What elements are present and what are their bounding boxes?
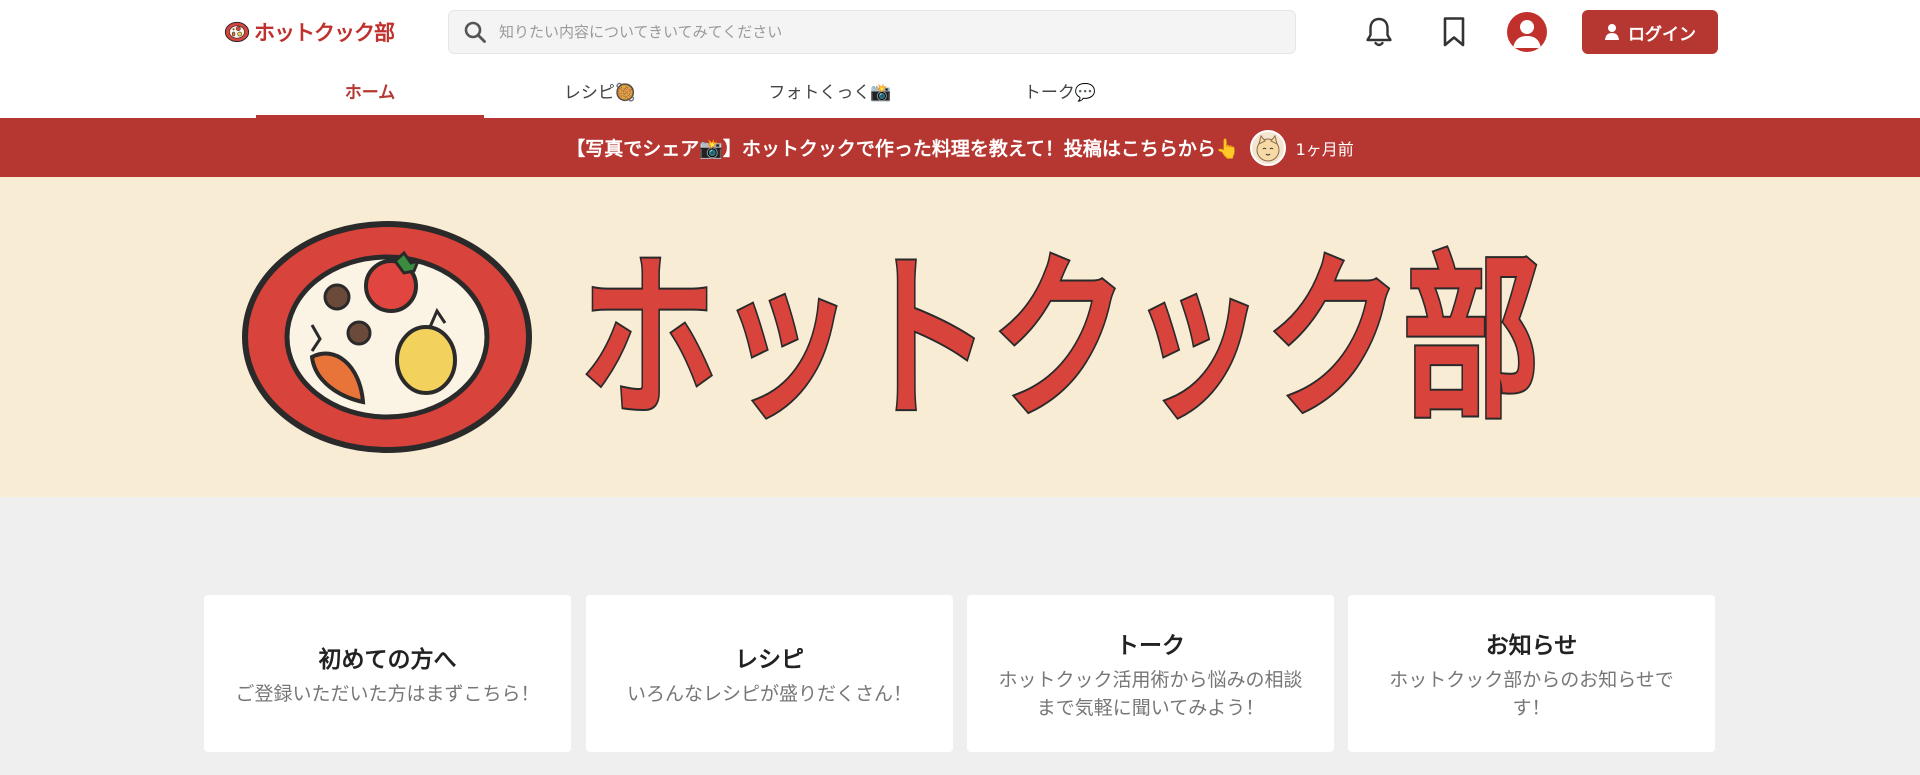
login-button[interactable]: ログイン [1582,10,1718,54]
pot-logo-icon [224,21,250,43]
card-description: いろんなレシピが盛りだくさん！ [626,682,912,705]
card-beginners[interactable]: 初めての方へ ご登録いただいた方はまずこちら！ [204,595,571,752]
tab-home[interactable]: ホーム [256,70,484,118]
announcement-banner[interactable]: 【写真でシェア📸】ホットクックで作った料理を教えて！投稿はこちらから👆 1ヶ月前 [0,118,1920,177]
announcement-text: 【写真でシェア📸】ホットクックで作った料理を教えて！投稿はこちらから👆 [566,138,1240,160]
hero-logo-image: ホットクック部 [242,221,1542,453]
brand-logo[interactable]: ホットクック部 [224,16,395,48]
card-description: ご登録いただいた方はまずこちら！ [235,682,540,705]
search-bar[interactable] [448,10,1296,54]
search-input[interactable] [499,23,1259,41]
bookmark-icon [1443,17,1465,47]
tab-recipe[interactable]: レシピ🥘 [520,70,680,118]
card-news[interactable]: お知らせ ホットクック部からのお知らせです！ [1348,595,1715,752]
site-header: ホットクック部 ログイン ホーム レシピ🥘 フ [0,0,1920,118]
login-label: ログイン [1628,24,1696,45]
tab-photo-cook[interactable]: フォトくっく📸 [740,70,920,118]
card-description: ホットクック部からのお知らせです！ [1389,668,1674,719]
cat-avatar-icon [1256,134,1280,161]
card-title: レシピ [735,646,804,673]
main-tabs: ホーム レシピ🥘 フォトくっく📸 トーク💬 [0,70,1920,118]
hero-banner: ホットクック部 [0,177,1920,497]
card-recipe[interactable]: レシピ いろんなレシピが盛りだくさん！ [586,595,953,752]
bookmark-button[interactable] [1434,12,1474,52]
search-icon [464,21,486,43]
notification-button[interactable] [1359,12,1399,52]
poster-avatar [1249,129,1286,166]
user-avatar-button[interactable] [1507,12,1547,52]
tab-talk[interactable]: トーク💬 [990,70,1130,118]
hero-title: ホットクック部 [580,236,1540,443]
hotcook-pot-icon [242,221,532,453]
brand-name: ホットクック部 [254,21,395,45]
card-title: お知らせ [1485,632,1578,659]
announcement-time: 1ヶ月前 [1295,139,1354,159]
bell-icon [1366,17,1392,47]
card-description: ホットクック活用術から悩みの相談まで気軽に聞いてみよう！ [998,668,1303,719]
card-title: トーク [1116,632,1185,659]
user-icon [1605,24,1619,40]
card-talk[interactable]: トーク ホットクック活用術から悩みの相談まで気軽に聞いてみよう！ [967,595,1334,752]
user-avatar-icon [1513,20,1541,48]
card-title: 初めての方へ [318,646,457,673]
